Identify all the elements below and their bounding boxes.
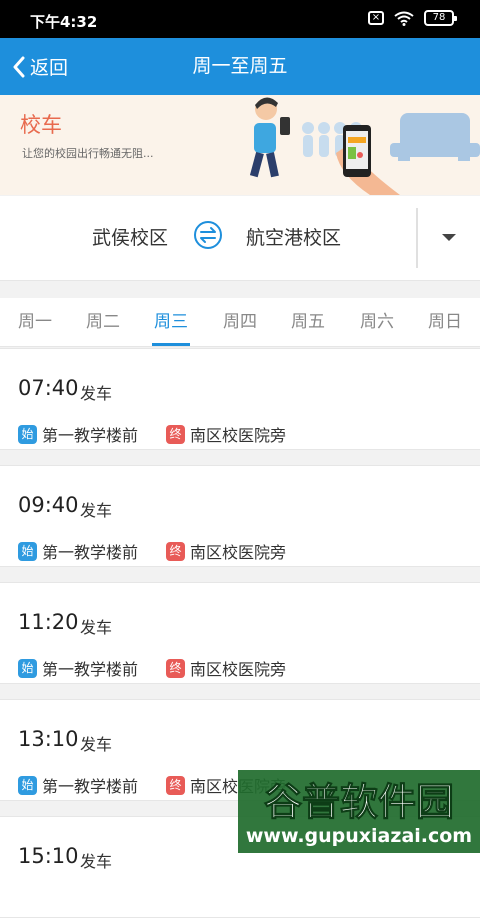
active-tab-indicator	[152, 343, 190, 346]
end-stop: 终南区校医院旁	[166, 539, 286, 563]
tab-label: 周一	[18, 312, 52, 332]
departure-time: 09:40	[18, 493, 79, 517]
schedule-card[interactable]: 07:40 发车始第一教学楼前 终南区校医院旁	[0, 348, 480, 450]
status-time: 下午4:32	[30, 13, 98, 31]
wifi-icon	[394, 11, 414, 26]
end-stop-name: 南区校医院旁	[190, 660, 287, 679]
schedule-card[interactable]: 09:40 发车始第一教学楼前 终南区校医院旁	[0, 465, 480, 567]
tab-label: 周三	[154, 312, 188, 332]
tab-day-2[interactable]: 周二	[73, 298, 133, 346]
tab-label: 周五	[291, 312, 325, 332]
end-stop: 终南区校医院旁	[166, 422, 286, 446]
end-badge: 终	[166, 541, 185, 561]
start-stop-name: 第一教学楼前	[42, 660, 139, 679]
departure-time: 15:10	[18, 844, 79, 868]
tab-label: 周四	[223, 312, 257, 332]
tab-day-6[interactable]: 周六	[347, 298, 407, 346]
tab-day-7[interactable]: 周日	[415, 298, 475, 346]
departure-time: 13:10	[18, 727, 79, 751]
svg-text:www.gupuxiazai.com: www.gupuxiazai.com	[246, 825, 472, 847]
banner-title: 校车	[20, 113, 62, 137]
battery-icon: 78	[424, 10, 457, 26]
tab-day-1[interactable]: 周一	[5, 298, 65, 346]
status-bar: 下午4:32 × 78	[0, 0, 480, 38]
day-tabs: 周一 周二 周三 周四 周五 周六 周日	[0, 298, 480, 347]
start-badge: 始	[18, 658, 37, 678]
tab-label: 周六	[360, 312, 394, 332]
tab-day-4[interactable]: 周四	[210, 298, 270, 346]
origin-campus[interactable]: 武侯校区	[92, 223, 168, 250]
start-stop-name: 第一教学楼前	[42, 777, 139, 796]
svg-text:谷普软件园: 谷普软件园	[264, 780, 454, 824]
tab-day-5[interactable]: 周五	[278, 298, 338, 346]
end-badge: 终	[166, 775, 185, 795]
end-stop-name: 南区校医院旁	[190, 543, 287, 562]
depart-label: 发车	[80, 735, 113, 754]
watermark-logo: 谷普软件园 www.gupuxiazai.com	[238, 770, 480, 853]
schedule-card[interactable]: 11:20 发车始第一教学楼前 终南区校医院旁	[0, 582, 480, 684]
end-stop-name: 南区校医院旁	[190, 426, 287, 445]
route-selector: 武侯校区 航空港校区	[0, 196, 480, 281]
tab-day-3[interactable]: 周三	[141, 298, 201, 346]
swap-icon[interactable]	[193, 220, 223, 250]
end-stop: 终南区校医院旁	[166, 656, 286, 680]
route-divider	[416, 208, 418, 268]
banner-subtitle: 让您的校园出行畅通无阻...	[22, 147, 154, 160]
start-badge: 始	[18, 424, 37, 444]
school-bus-banner: 校车 让您的校园出行畅通无阻...	[0, 95, 480, 195]
dropdown-arrow-icon[interactable]	[438, 226, 460, 248]
banner-illustration	[249, 97, 480, 195]
start-stop-name: 第一教学楼前	[42, 543, 139, 562]
start-stop: 始第一教学楼前	[18, 422, 138, 446]
depart-label: 发车	[80, 501, 113, 520]
page-title: 周一至周五	[192, 55, 288, 77]
start-stop: 始第一教学楼前	[18, 539, 138, 563]
departure-time: 07:40	[18, 376, 79, 400]
start-stop-name: 第一教学楼前	[42, 426, 139, 445]
depart-label: 发车	[80, 384, 113, 403]
tab-label: 周二	[86, 312, 120, 332]
start-badge: 始	[18, 541, 37, 561]
start-badge: 始	[18, 775, 37, 795]
notification-muted-icon: ×	[368, 11, 384, 25]
tab-label: 周日	[428, 312, 462, 332]
status-icons: × 78	[368, 10, 457, 26]
start-stop: 始第一教学楼前	[18, 656, 138, 680]
destination-campus[interactable]: 航空港校区	[246, 223, 341, 250]
end-badge: 终	[166, 658, 185, 678]
depart-label: 发车	[80, 618, 113, 637]
start-stop: 始第一教学楼前	[18, 773, 138, 797]
end-badge: 终	[166, 424, 185, 444]
depart-label: 发车	[80, 852, 113, 871]
app-header: 返回 周一至周五	[0, 38, 480, 95]
departure-time: 11:20	[18, 610, 79, 634]
